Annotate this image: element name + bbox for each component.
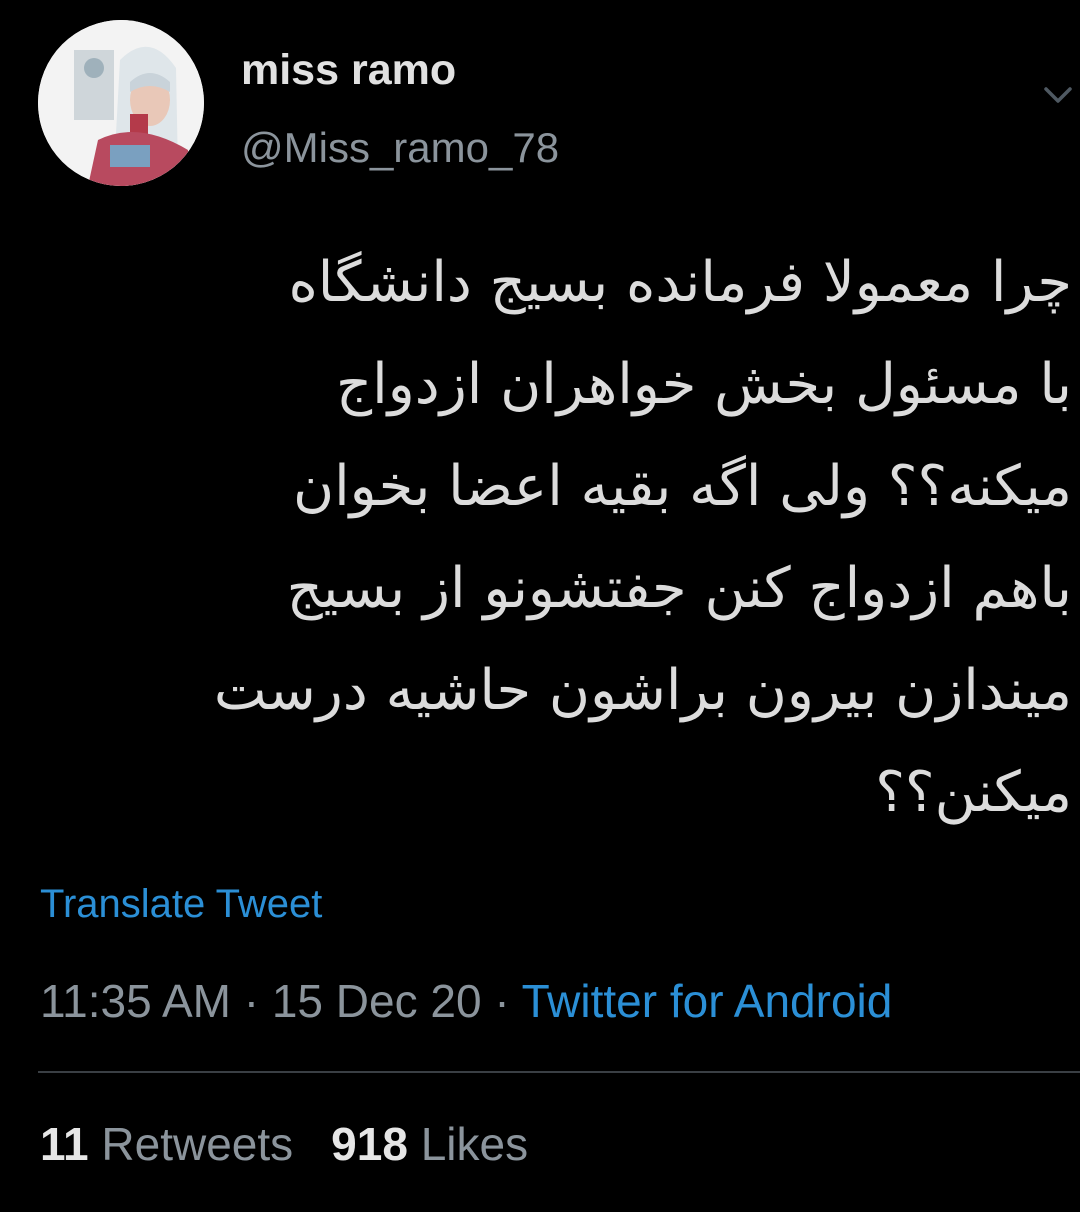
tweet-text: چرا معمولا فرمانده بسیج دانشگاه با مسئول… (32, 232, 1072, 844)
tweet-line: میکنن؟؟ (875, 760, 1072, 825)
tweet-line: چرا معمولا فرمانده بسیج دانشگاه (288, 250, 1072, 315)
tweet-line: باهم ازدواج کنن جفتشونو از بسیج (286, 556, 1072, 621)
meta-separator: · (494, 975, 510, 1027)
likes-label: Likes (420, 1118, 529, 1170)
display-name[interactable]: miss ramo (241, 44, 456, 96)
divider (38, 1071, 1080, 1073)
avatar[interactable] (38, 20, 204, 186)
likes-count: 918 (331, 1118, 408, 1170)
profile-photo-icon (38, 20, 204, 186)
tweet-time: 11:35 AM (40, 975, 231, 1027)
tweet-source-link[interactable]: Twitter for Android (522, 975, 893, 1027)
retweets-label: Retweets (101, 1118, 294, 1170)
tweet-meta: 11:35 AM · 15 Dec 20 · Twitter for Andro… (40, 973, 892, 1029)
user-handle[interactable]: @Miss_ramo_78 (241, 122, 559, 174)
tweet-line: میندازن بیرون براشون حاشیه درست (213, 658, 1072, 723)
tweet-line: میکنه؟؟ ولی اگه بقیه اعضا بخوان (293, 454, 1072, 519)
tweet-line: با مسئول بخش خواهران ازدواج (336, 352, 1072, 417)
chevron-down-icon[interactable] (1040, 80, 1076, 110)
tweet-date: 15 Dec 20 (271, 975, 482, 1027)
retweets-stat[interactable]: 11 Retweets (40, 1118, 293, 1170)
translate-tweet-link[interactable]: Translate Tweet (40, 880, 322, 928)
likes-stat[interactable]: 918 Likes (331, 1118, 528, 1170)
meta-separator: · (243, 975, 260, 1027)
tweet-stats: 11 Retweets 918 Likes (40, 1116, 528, 1172)
retweets-count: 11 (40, 1118, 89, 1170)
